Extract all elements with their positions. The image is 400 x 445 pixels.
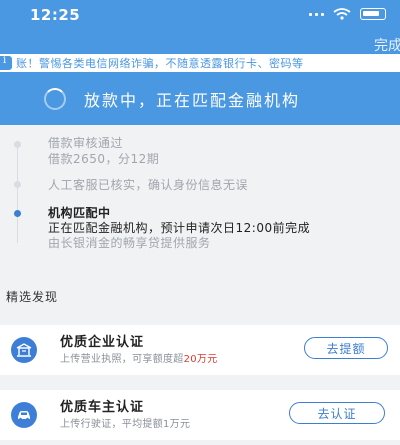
notice-icon [0, 55, 12, 70]
status-bar: 12:25 [0, 0, 400, 30]
car-owner-cert-title: 优质车主认证 [60, 400, 145, 415]
wifi-icon [333, 8, 351, 20]
enterprise-cert-card[interactable]: 优质企业认证 上传营业执照，可享额度超20万元 去提额 [0, 325, 400, 375]
car-owner-cert-subtitle: 上传行驶证，平均提额1万元 [60, 419, 191, 430]
car-owner-cert-card[interactable]: 优质车主认证 上传行驶证，平均提额1万元 去认证 [0, 390, 400, 440]
battery-icon [360, 8, 386, 20]
timeline-step-3-detail: 正在匹配金融机构，预计申请次日12:00前完成 [48, 221, 311, 235]
timeline-step-3-title: 机构匹配中 [48, 206, 111, 220]
progress-timeline: 借款审核通过 借款2650，分12期 人工客服已核实，确认身份信息无误 机构匹配… [0, 125, 400, 270]
timeline-step-3-provider: 由长银消金的畅享贷提供服务 [48, 236, 211, 250]
header-area: 12:25 完成 账！警惕各类电信网络诈骗，不随意透露银行卡、密码等 放款中，正… [0, 0, 400, 125]
loan-status: 放款中，正在匹配金融机构 [44, 87, 300, 111]
timeline-step-2-title: 人工客服已核实，确认身份信息无误 [48, 178, 249, 192]
done-button[interactable]: 完成 [374, 35, 400, 55]
enterprise-cert-sub-text: 上传营业执照，可享额度超 [60, 354, 184, 365]
enterprise-icon [11, 337, 37, 363]
timeline-dot-3 [14, 210, 21, 217]
timeline-dot-1 [14, 141, 21, 148]
timeline-step-1-title: 借款审核通过 [48, 136, 124, 150]
enterprise-cert-amount: 20万元 [183, 354, 218, 365]
timeline-step-1-detail: 借款2650，分12期 [48, 152, 160, 166]
loading-spinner-icon [44, 88, 66, 110]
more-dots-icon [309, 12, 324, 16]
status-icons [309, 8, 386, 20]
enterprise-cert-title: 优质企业认证 [60, 335, 145, 350]
enterprise-cert-subtitle: 上传营业执照，可享额度超20万元 [60, 350, 218, 365]
notice-text: 账！警惕各类电信网络诈骗，不随意透露银行卡、密码等 [16, 57, 304, 70]
timeline-dot-2 [14, 181, 21, 188]
timeline-line [17, 143, 18, 243]
status-time: 12:25 [30, 6, 81, 24]
loan-status-text: 放款中，正在匹配金融机构 [84, 91, 301, 110]
raise-limit-button[interactable]: 去提额 [304, 337, 388, 359]
discover-title: 精选发现 [6, 290, 59, 304]
certify-button[interactable]: 去认证 [289, 402, 385, 424]
car-icon [11, 402, 37, 428]
notice-banner: 账！警惕各类电信网络诈骗，不随意透露银行卡、密码等 [0, 54, 400, 72]
